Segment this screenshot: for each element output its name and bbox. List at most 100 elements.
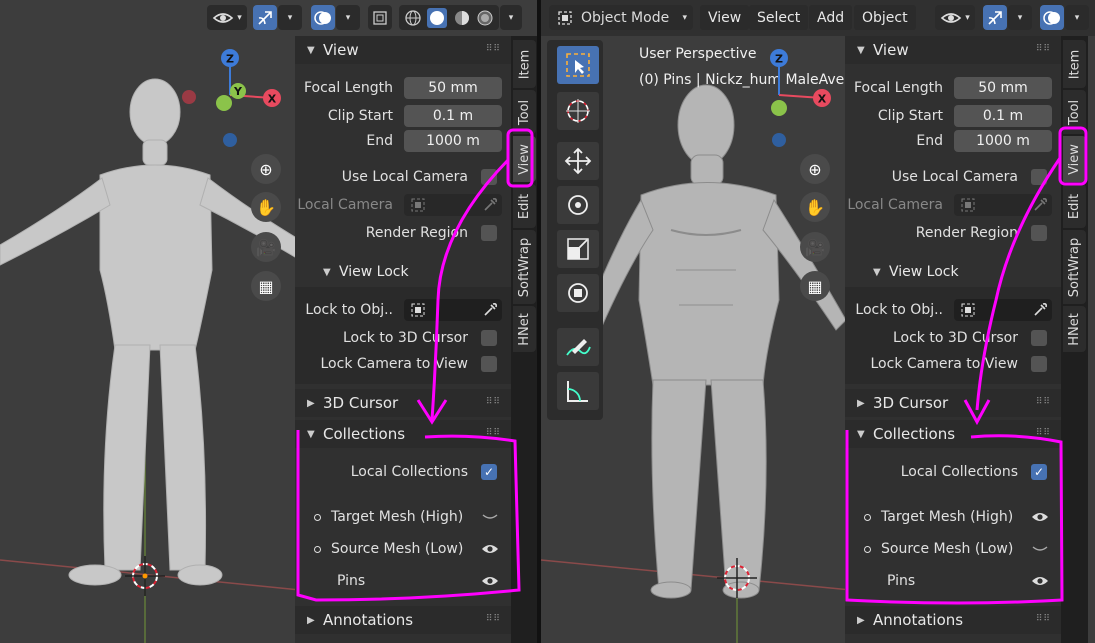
drag-handle-icon[interactable]: ⠿⠿ [486, 614, 501, 624]
render-region-checkbox[interactable] [1031, 225, 1047, 241]
section-view-lock-header[interactable]: ▼ View Lock [295, 258, 511, 286]
eyedropper-icon[interactable] [1032, 302, 1048, 318]
drag-handle-icon[interactable]: ⠿⠿ [486, 397, 501, 407]
collection-item-pins[interactable]: Pins [887, 573, 915, 589]
perspective-toggle-button[interactable]: ▦ [251, 271, 281, 301]
navigation-gizmo[interactable]: Z X [761, 45, 851, 155]
material-shading-icon[interactable] [453, 9, 471, 27]
overlay-toggle-button[interactable] [311, 5, 335, 30]
tab-view[interactable]: View [1063, 136, 1086, 182]
eyedropper-icon[interactable] [482, 197, 498, 213]
section-annotations-header[interactable]: ▶ Annotations ⠿⠿ [845, 606, 1061, 634]
mode-dropdown[interactable]: Object Mode ▾ [549, 5, 693, 30]
tab-softwrap[interactable]: SoftWrap [1063, 230, 1086, 304]
eye-icon[interactable] [1031, 574, 1049, 588]
eye-icon[interactable] [481, 542, 499, 556]
drag-handle-icon[interactable]: ⠿⠿ [1036, 428, 1051, 438]
collection-item-source-mesh[interactable]: Source Mesh (Low) [881, 541, 1013, 557]
lock-to-object-field[interactable] [954, 299, 1052, 321]
tab-edit[interactable]: Edit [513, 184, 536, 228]
drag-handle-icon[interactable]: ⠿⠿ [1036, 614, 1051, 624]
gizmo-toggle-button[interactable] [983, 5, 1007, 30]
gizmo-dropdown-button[interactable]: ▾ [1008, 5, 1032, 30]
drag-handle-icon[interactable]: ⠿⠿ [486, 428, 501, 438]
eyedropper-icon[interactable] [1032, 197, 1048, 213]
tab-hnet[interactable]: HNet [513, 306, 536, 352]
eye-closed-icon[interactable] [481, 510, 499, 524]
render-region-checkbox[interactable] [481, 225, 497, 241]
local-collections-checkbox[interactable]: ✓ [1031, 464, 1047, 480]
eye-icon[interactable] [1031, 510, 1049, 524]
zoom-button[interactable]: ⊕ [251, 154, 281, 184]
lock-camera-to-view-checkbox[interactable] [481, 356, 497, 372]
local-camera-field[interactable] [404, 194, 502, 216]
eyedropper-icon[interactable] [482, 302, 498, 318]
view-options-dropdown[interactable]: ▾ [207, 5, 247, 30]
overlay-toggle-button[interactable] [1040, 5, 1064, 30]
camera-view-button[interactable]: 🎥 [800, 232, 830, 262]
gizmo-dropdown-button[interactable]: ▾ [278, 5, 302, 30]
menu-view[interactable]: View [700, 5, 750, 30]
cursor-tool[interactable] [557, 92, 599, 130]
collection-item-target-mesh[interactable]: Target Mesh (High) [881, 509, 1013, 525]
tab-tool[interactable]: Tool [513, 90, 536, 134]
collection-item-target-mesh[interactable]: Target Mesh (High) [331, 509, 463, 525]
move-tool[interactable] [557, 142, 599, 180]
local-collections-checkbox[interactable]: ✓ [481, 464, 497, 480]
clip-start-field[interactable]: 0.1 m [954, 105, 1052, 127]
clip-start-field[interactable]: 0.1 m [404, 105, 502, 127]
menu-add[interactable]: Add [809, 5, 853, 30]
transform-tool[interactable] [557, 274, 599, 312]
lock-to-3d-cursor-checkbox[interactable] [1031, 330, 1047, 346]
navigation-gizmo[interactable]: Z Y X [180, 45, 290, 155]
section-annotations-header[interactable]: ▶ Annotations ⠿⠿ [295, 606, 511, 634]
tab-view[interactable]: View [513, 136, 536, 182]
drag-handle-icon[interactable]: ⠿⠿ [486, 44, 501, 54]
tab-tool[interactable]: Tool [1063, 90, 1086, 134]
clip-end-field[interactable]: 1000 m [404, 130, 502, 152]
focal-length-field[interactable]: 50 mm [404, 77, 502, 99]
eye-closed-icon[interactable] [1031, 542, 1049, 556]
focal-length-field[interactable]: 50 mm [954, 77, 1052, 99]
camera-view-button[interactable]: 🎥 [251, 232, 281, 262]
annotate-tool[interactable] [557, 328, 599, 366]
zoom-button[interactable]: ⊕ [800, 154, 830, 184]
overlay-dropdown-button[interactable]: ▾ [1065, 5, 1089, 30]
eye-icon[interactable] [481, 574, 499, 588]
collection-item-pins[interactable]: Pins [337, 573, 365, 589]
tab-item[interactable]: Item [1063, 40, 1086, 88]
collection-item-source-mesh[interactable]: Source Mesh (Low) [331, 541, 463, 557]
section-view-header[interactable]: ▼ View ⠿⠿ [295, 36, 511, 64]
3d-viewport[interactable]: ▾ ▾ ▾ ▾ Z Y X ⊕ ✋ 🎥 ▦ ▼ View ⠿⠿ Focal Le… [0, 0, 537, 643]
menu-select[interactable]: Select [749, 5, 809, 30]
local-camera-field[interactable] [954, 194, 1052, 216]
measure-tool[interactable] [557, 372, 599, 410]
rotate-tool[interactable] [557, 186, 599, 224]
section-collections-header[interactable]: ▼ Collections ⠿⠿ [845, 420, 1061, 448]
tab-item[interactable]: Item [513, 40, 536, 88]
drag-handle-icon[interactable]: ⠿⠿ [1036, 44, 1051, 54]
drag-handle-icon[interactable]: ⠿⠿ [1036, 397, 1051, 407]
select-box-tool[interactable] [557, 46, 599, 84]
3d-viewport[interactable]: Object Mode ▾ View Select Add Object ▾ ▾… [541, 0, 1095, 643]
scale-tool[interactable] [557, 230, 599, 268]
lock-to-3d-cursor-checkbox[interactable] [481, 330, 497, 346]
clip-end-field[interactable]: 1000 m [954, 130, 1052, 152]
lock-to-object-field[interactable] [404, 299, 502, 321]
rendered-shading-icon[interactable] [476, 9, 494, 27]
use-local-camera-checkbox[interactable] [1031, 169, 1047, 185]
perspective-toggle-button[interactable]: ▦ [800, 271, 830, 301]
section-view-lock-header[interactable]: ▼ View Lock [845, 258, 1061, 286]
section-view-header[interactable]: ▼ View ⠿⠿ [845, 36, 1061, 64]
view-options-dropdown[interactable]: ▾ [935, 5, 975, 30]
pan-button[interactable]: ✋ [800, 192, 830, 222]
xray-toggle-button[interactable] [368, 5, 392, 30]
shading-dropdown-button[interactable]: ▾ [500, 5, 522, 30]
wireframe-shading-icon[interactable] [404, 9, 422, 27]
menu-object[interactable]: Object [854, 5, 916, 30]
section-3d-cursor-header[interactable]: ▶ 3D Cursor ⠿⠿ [295, 389, 511, 417]
use-local-camera-checkbox[interactable] [481, 169, 497, 185]
tab-edit[interactable]: Edit [1063, 184, 1086, 228]
tab-hnet[interactable]: HNet [1063, 306, 1086, 352]
gizmo-toggle-button[interactable] [253, 5, 277, 30]
